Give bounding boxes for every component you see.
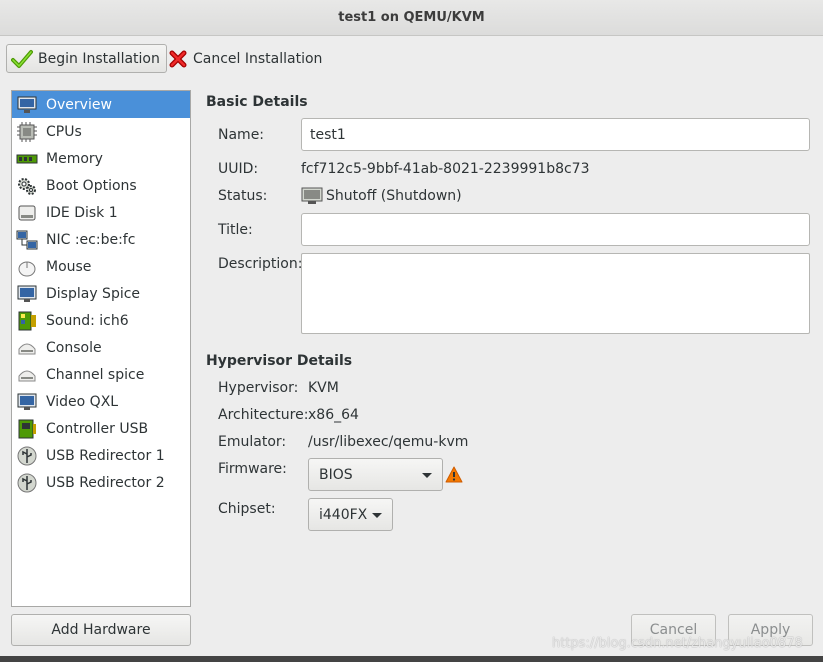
description-label: Description: — [218, 256, 303, 272]
hw-item-memory[interactable]: Memory — [12, 145, 190, 172]
hw-item-controller-usb[interactable]: Controller USB — [12, 415, 190, 442]
serial-console-icon — [18, 343, 36, 354]
usb-icon — [17, 446, 37, 465]
architecture-value: x86_64 — [308, 407, 359, 423]
hw-item-nic[interactable]: NIC :ec:be:fc — [12, 226, 190, 253]
hw-item-video-qxl[interactable]: Video QXL — [12, 388, 190, 415]
hard-disk-icon — [18, 205, 36, 220]
channel-icon — [18, 370, 36, 381]
chipset-dropdown[interactable]: i440FX — [308, 498, 393, 531]
usb-icon — [17, 473, 37, 492]
gears-icon — [18, 177, 36, 195]
toolbar: Begin Installation Cancel Installation — [0, 37, 823, 81]
hw-item-usb-redirector-1[interactable]: USB Redirector 1 — [12, 442, 190, 469]
chevron-down-icon — [422, 473, 432, 478]
cancel-installation-label: Cancel Installation — [193, 50, 323, 67]
red-x-icon — [169, 50, 187, 67]
uuid-value: fcf712c5-9bbf-41ab-8021-2239991b8c73 — [301, 161, 590, 177]
chevron-down-icon — [372, 513, 382, 518]
monitor-icon — [17, 96, 37, 113]
basic-details-heading: Basic Details — [206, 94, 308, 110]
uuid-label: UUID: — [218, 161, 259, 177]
firmware-dropdown[interactable]: BIOS — [308, 458, 443, 491]
checkmark-icon — [11, 49, 33, 68]
hw-item-mouse[interactable]: Mouse — [12, 253, 190, 280]
watermark-text: https://blog.csdn.net/zhangyuliao0878 — [552, 636, 803, 651]
hw-item-sound[interactable]: Sound: ich6 — [12, 307, 190, 334]
hardware-list: Overview CPUs Memory Boot Options IDE Di… — [11, 90, 191, 607]
hw-item-channel-spice[interactable]: Channel spice — [12, 361, 190, 388]
cancel-installation-button[interactable]: Cancel Installation — [164, 44, 328, 73]
bottom-strip — [0, 656, 823, 662]
controller-card-icon — [18, 419, 36, 438]
sound-card-icon — [18, 311, 36, 330]
hw-item-overview[interactable]: Overview — [12, 91, 190, 118]
description-textarea[interactable] — [301, 253, 810, 334]
emulator-label: Emulator: — [218, 434, 287, 450]
hw-item-display-spice[interactable]: Display Spice — [12, 280, 190, 307]
emulator-value: /usr/libexec/qemu-kvm — [308, 434, 469, 450]
title-input[interactable] — [301, 213, 810, 246]
network-icon — [16, 230, 38, 249]
name-label: Name: — [218, 127, 265, 143]
firmware-label: Firmware: — [218, 461, 287, 477]
mouse-icon — [18, 261, 36, 276]
memory-stick-icon — [16, 154, 38, 163]
window-title: test1 on QEMU/KVM — [0, 0, 823, 36]
status-text: Shutoff (Shutdown) — [326, 188, 462, 204]
add-hardware-button[interactable]: Add Hardware — [11, 614, 191, 646]
hw-item-usb-redirector-2[interactable]: USB Redirector 2 — [12, 469, 190, 496]
cpu-chip-icon — [17, 121, 37, 142]
display-icon — [17, 285, 37, 302]
name-input[interactable] — [301, 118, 810, 151]
hypervisor-details-heading: Hypervisor Details — [206, 353, 353, 369]
hw-item-console[interactable]: Console — [12, 334, 190, 361]
shutoff-monitor-icon — [301, 187, 323, 204]
hypervisor-label: Hypervisor: — [218, 380, 299, 396]
title-label: Title: — [218, 222, 253, 238]
status-value: Shutoff (Shutdown) — [301, 186, 462, 206]
hypervisor-value: KVM — [308, 380, 339, 396]
begin-installation-button[interactable]: Begin Installation — [6, 44, 167, 73]
status-label: Status: — [218, 188, 268, 204]
firmware-selected: BIOS — [319, 466, 353, 483]
chipset-label: Chipset: — [218, 501, 276, 517]
architecture-label: Architecture: — [218, 407, 309, 423]
chipset-selected: i440FX — [319, 506, 368, 523]
warning-icon — [445, 466, 463, 483]
begin-installation-label: Begin Installation — [38, 50, 160, 67]
hw-item-boot-options[interactable]: Boot Options — [12, 172, 190, 199]
video-icon — [17, 393, 37, 410]
hw-item-ide-disk-1[interactable]: IDE Disk 1 — [12, 199, 190, 226]
hw-item-cpus[interactable]: CPUs — [12, 118, 190, 145]
